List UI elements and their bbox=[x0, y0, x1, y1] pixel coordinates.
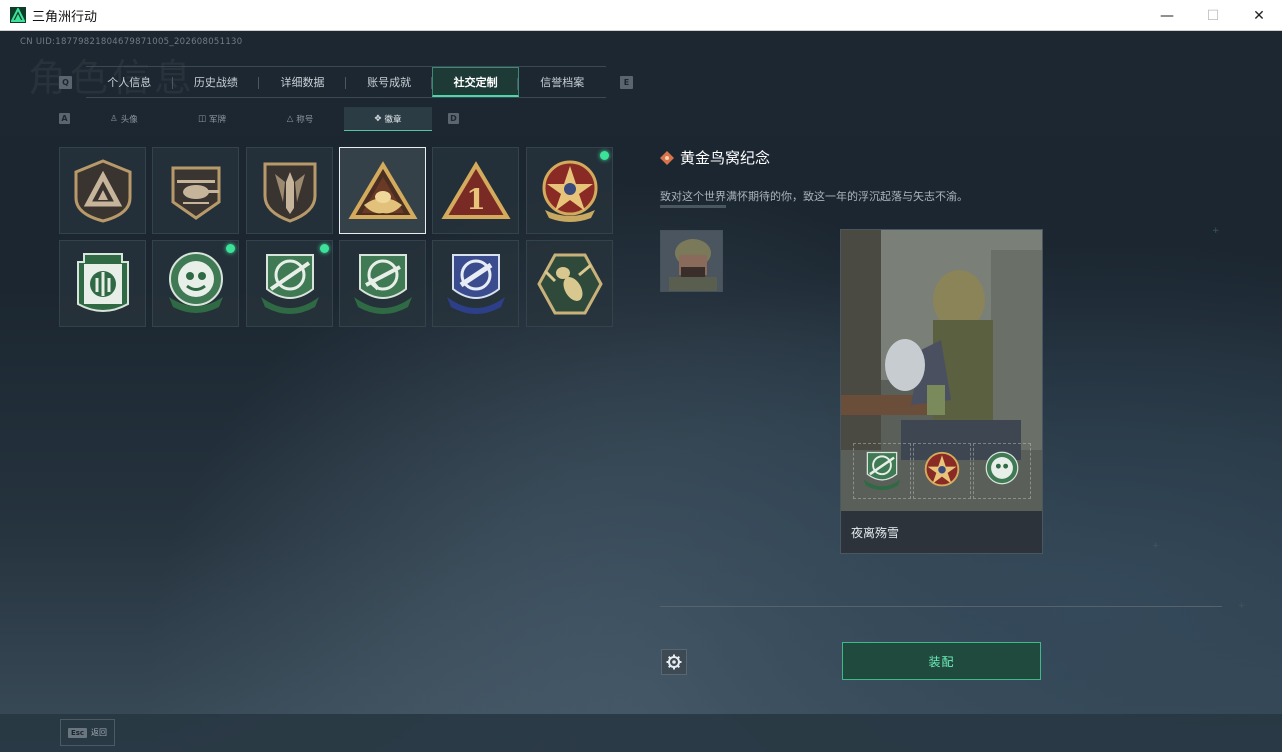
svg-text:1: 1 bbox=[466, 183, 485, 216]
badge-slot[interactable] bbox=[59, 240, 146, 327]
subtab-avatar[interactable]: ♙ 头像 bbox=[80, 107, 168, 131]
equip-button[interactable]: 装配 bbox=[842, 642, 1041, 680]
back-label: 返回 bbox=[91, 728, 108, 737]
badge-slot[interactable] bbox=[246, 147, 333, 234]
helicopter-badge-icon bbox=[171, 166, 220, 220]
badge-description: 致对这个世界满怀期待的你，致这一年的浮沉起落与矢志不渝。 bbox=[660, 190, 968, 203]
main-tabs: 个人信息 历史战绩 详细数据 账号成就 社交定制 信誉档案 bbox=[86, 66, 606, 98]
subtab-badge[interactable]: ✥ 徽章 bbox=[344, 107, 432, 131]
window-title: 三角洲行动 bbox=[32, 9, 98, 25]
green-crosshair-badge-icon bbox=[260, 253, 319, 314]
badge-slot[interactable] bbox=[432, 240, 519, 327]
person-icon: ♙ bbox=[110, 114, 118, 124]
next-subtab-key[interactable]: D bbox=[448, 113, 459, 124]
diamond-marker-icon bbox=[660, 151, 674, 165]
tab-reputation[interactable]: 信誉档案 bbox=[519, 67, 606, 97]
badge-icon: ✥ bbox=[374, 113, 382, 124]
sub-tabs: ♙ 头像 ◫ 军牌 △ 称号 ✥ 徽章 bbox=[80, 107, 435, 131]
badge-slot[interactable]: 1 bbox=[432, 147, 519, 234]
star-medal-badge-icon bbox=[924, 451, 960, 487]
badge-slot[interactable] bbox=[152, 240, 239, 327]
badge-slot[interactable] bbox=[526, 240, 613, 327]
app-logo-icon bbox=[10, 7, 26, 23]
minimize-button[interactable]: — bbox=[1144, 0, 1190, 31]
decor-cross: + bbox=[1212, 226, 1220, 236]
badge-slot-selected[interactable] bbox=[339, 147, 426, 234]
subtab-dogtag[interactable]: ◫ 军牌 bbox=[168, 107, 256, 131]
subtab-label: 称号 bbox=[296, 115, 314, 125]
card-name-bar: 夜离殇雪 bbox=[841, 511, 1042, 553]
number-one-badge-icon: 1 bbox=[440, 160, 511, 219]
card-badge-slot-3[interactable] bbox=[973, 443, 1031, 499]
description-divider bbox=[660, 205, 726, 208]
back-button[interactable]: Esc 返回 bbox=[60, 719, 115, 746]
tab-achievements[interactable]: 账号成就 bbox=[346, 67, 433, 97]
green-beast-badge-icon bbox=[168, 251, 223, 313]
badge-slot[interactable] bbox=[246, 240, 333, 327]
uid-label: CN UID:18779821804679871005_202608051130 bbox=[20, 37, 243, 47]
prev-tab-key[interactable]: Q bbox=[59, 76, 72, 89]
operator-portrait-image bbox=[841, 230, 1042, 553]
subtab-label: 徽章 bbox=[384, 114, 402, 125]
panel-divider bbox=[660, 606, 1222, 607]
tab-personal-info[interactable]: 个人信息 bbox=[86, 67, 173, 97]
green-emblem-badge-icon bbox=[76, 252, 129, 312]
subtab-label: 军牌 bbox=[209, 115, 227, 125]
delta-shield-badge-icon bbox=[74, 158, 131, 223]
player-avatar bbox=[660, 230, 723, 292]
game-viewport: 角色信息 CN UID:18779821804679871005_2026080… bbox=[0, 31, 1282, 752]
decor-cross: + bbox=[1152, 541, 1160, 551]
badge-slot[interactable] bbox=[526, 147, 613, 234]
green-crosshair-badge-icon bbox=[863, 451, 901, 491]
tab-history[interactable]: 历史战绩 bbox=[173, 67, 260, 97]
green-rifle-badge-icon bbox=[353, 253, 412, 314]
triangle-icon: △ bbox=[286, 114, 294, 124]
settings-button[interactable] bbox=[661, 649, 687, 675]
next-tab-key[interactable]: E bbox=[620, 76, 633, 89]
subtab-label: 头像 bbox=[120, 115, 138, 125]
golden-nest-badge-icon bbox=[347, 160, 418, 219]
new-indicator-dot bbox=[226, 244, 235, 253]
dagger-shield-badge-icon bbox=[263, 162, 316, 223]
dogtag-icon: ◫ bbox=[197, 114, 206, 124]
soldier-avatar-icon bbox=[661, 231, 722, 291]
tab-social-custom[interactable]: 社交定制 bbox=[432, 67, 519, 97]
badge-slot[interactable] bbox=[152, 147, 239, 234]
subtab-title[interactable]: △ 称号 bbox=[256, 107, 344, 131]
new-indicator-dot bbox=[600, 151, 609, 160]
badge-title: 黄金鸟窝纪念 bbox=[680, 149, 771, 167]
new-indicator-dot bbox=[320, 244, 329, 253]
prev-subtab-key[interactable]: A bbox=[59, 113, 70, 124]
card-badge-slot-1[interactable] bbox=[853, 443, 911, 499]
bottom-bar: Esc 返回 bbox=[0, 714, 1282, 752]
operator-name: 夜离殇雪 bbox=[851, 526, 900, 540]
tab-detailed-data[interactable]: 详细数据 bbox=[259, 67, 346, 97]
esc-key-hint: Esc bbox=[67, 727, 88, 738]
badge-slot[interactable] bbox=[59, 147, 146, 234]
wasp-hexagon-badge-icon bbox=[536, 253, 603, 314]
decor-cross: + bbox=[1238, 601, 1246, 611]
maximize-button[interactable]: ☐ bbox=[1190, 0, 1236, 31]
star-medal-badge-icon bbox=[542, 160, 597, 222]
badge-slot[interactable] bbox=[339, 240, 426, 327]
operator-card: 夜离殇雪 bbox=[840, 229, 1043, 554]
blue-knife-badge-icon bbox=[446, 253, 505, 314]
gear-icon bbox=[666, 654, 682, 670]
card-badge-slot-2[interactable] bbox=[913, 443, 971, 499]
window-titlebar: 三角洲行动 — ☐ ✕ bbox=[0, 0, 1282, 31]
green-beast-badge-icon bbox=[985, 451, 1019, 485]
close-button[interactable]: ✕ bbox=[1236, 0, 1282, 31]
